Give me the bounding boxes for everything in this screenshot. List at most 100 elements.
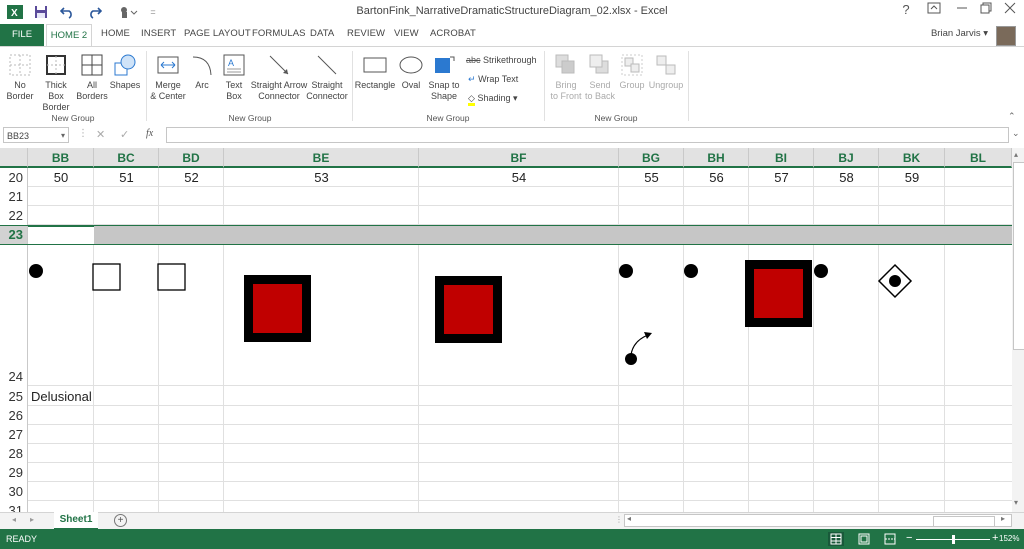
thick-box-border-icon [44,53,68,77]
snap-to-shape-icon [432,53,456,77]
tab-formulas[interactable]: FORMULAS [252,28,306,39]
empty-square-shape[interactable] [92,263,121,291]
insert-function-icon[interactable]: fx [146,128,153,139]
no-border-button[interactable]: No Border [4,53,36,102]
page-break-preview-icon[interactable] [882,532,898,546]
thick-box-border-button[interactable]: Thick Box Border [38,53,74,113]
send-to-back-button[interactable]: Send to Back [584,53,616,102]
tab-review[interactable]: REVIEW [347,28,385,39]
scroll-left-icon[interactable]: ◂ [627,514,631,523]
tab-page-layout[interactable]: PAGE LAYOUT [184,28,251,39]
arc-icon [190,53,214,77]
avatar[interactable] [996,26,1016,46]
rectangle-button[interactable]: Rectangle [354,53,396,91]
no-border-icon [8,53,32,77]
group-icon [620,53,644,77]
tab-home[interactable]: HOME [101,28,130,39]
horizontal-scroll-thumb[interactable] [933,516,995,527]
new-sheet-icon[interactable]: + [114,514,127,527]
black-dot-shape[interactable] [619,264,633,278]
page-layout-view-icon[interactable] [856,532,872,546]
close-icon[interactable] [998,2,1022,20]
user-account[interactable]: Brian Jarvis ▾ [931,28,988,39]
formula-bar: BB23 ▾ ⋮ ✕ ✓ fx ⌄ [0,125,1024,147]
tab-acrobat[interactable]: ACROBAT [430,28,476,39]
ribbon: No Border Thick Box Border All Borders Shap… [0,46,1024,126]
black-dot-shape[interactable] [29,264,43,278]
red-square-shape[interactable] [253,284,302,333]
sheet-next-icon[interactable]: ▸ [30,515,34,524]
arc-button[interactable]: Arc [188,53,216,91]
black-dot-shape[interactable] [684,264,698,278]
group-button[interactable]: Group [618,53,646,91]
black-dot-shape[interactable] [814,264,828,278]
tab-insert[interactable]: INSERT [141,28,176,39]
group-label: New Group [594,113,638,123]
status-text: READY [6,534,38,544]
tab-file[interactable]: FILE [0,24,44,46]
curved-arrow-shape[interactable] [630,334,649,356]
tab-view[interactable]: VIEW [394,28,419,39]
tab-home-2[interactable]: HOME 2 [46,24,92,47]
group-label: New Group [51,113,95,123]
ribbon-display-options-icon[interactable] [922,2,946,20]
cancel-icon[interactable]: ✕ [96,128,105,141]
shading-icon: ◇ [468,93,475,106]
zoom-level[interactable]: 152% [999,534,1019,543]
merge-center-icon [156,53,180,77]
formula-input[interactable] [166,127,1009,143]
shapes-icon [113,53,137,77]
expand-formula-bar-icon[interactable]: ⌄ [1012,128,1020,139]
zoom-slider-thumb[interactable] [952,535,955,544]
scroll-right-icon[interactable]: ▸ [1001,514,1005,523]
wrap-text-icon: ↵ [468,74,476,84]
text-box-button[interactable]: A Text Box [220,53,248,102]
worksheet-grid[interactable]: BB BC BD BE BF BG BH BI BJ BK BL 20 21 22 23 24 25 26 27 2… [0,148,1012,512]
strikethrough-button[interactable]: abc Strikethrough [466,55,537,65]
group-separator [352,51,353,121]
more-options-icon: ⋮ [615,515,623,524]
zoom-in-icon[interactable]: + [992,532,998,544]
name-box[interactable]: BB23 ▾ [3,127,69,143]
more-options-icon: ⋮ [78,128,88,139]
diamond-dot-shape[interactable] [889,275,901,287]
enter-icon[interactable]: ✓ [120,128,129,141]
help-button[interactable]: ? [894,2,918,20]
horizontal-scrollbar[interactable]: ◂ ▸ [624,514,1012,527]
collapse-ribbon-icon[interactable]: ⌃ [1008,111,1016,122]
minimize-icon[interactable] [950,2,974,20]
tab-data[interactable]: DATA [310,28,334,39]
zoom-out-icon[interactable]: − [906,532,912,544]
wrap-text-button[interactable]: ↵ Wrap Text [468,74,518,85]
vertical-scroll-thumb[interactable] [1013,162,1024,350]
strikethrough-icon: abc [466,55,481,65]
red-square-shape[interactable] [754,269,803,318]
bring-to-front-icon [554,53,578,77]
title-bar: X = BartonFink_NarrativeDramaticStructur… [0,0,1024,24]
snap-to-shape-button[interactable]: Snap to Shape [428,53,460,102]
text-box-icon: A [222,53,246,77]
chevron-down-icon: ▾ [60,131,65,140]
shading-button[interactable]: ◇ Shading ▾ [468,93,518,106]
straight-arrow-connector-icon [267,53,291,77]
oval-button[interactable]: Oval [398,53,424,91]
scroll-down-icon[interactable]: ▾ [1014,498,1018,507]
normal-view-icon[interactable] [828,532,844,546]
empty-square-shape[interactable] [157,263,186,291]
restore-icon[interactable] [974,2,998,20]
bring-to-front-button[interactable]: Bring to Front [550,53,582,102]
shapes-button[interactable]: Shapes [109,53,141,91]
ungroup-button[interactable]: Ungroup [648,53,684,91]
merge-center-button[interactable]: Merge & Center [150,53,186,102]
vertical-scrollbar[interactable]: ▴ ▾ [1012,148,1024,512]
sheet-tab-sheet1[interactable]: Sheet1 [54,512,98,530]
scroll-up-icon[interactable]: ▴ [1014,150,1018,159]
straight-connector-button[interactable]: Straight Connector [306,53,348,102]
shapes-layer [29,260,913,365]
group-separator [688,51,689,121]
red-square-shape[interactable] [444,285,493,334]
straight-arrow-connector-button[interactable]: Straight Arrow Connector [250,53,308,102]
sheet-prev-icon[interactable]: ◂ [12,515,16,524]
all-borders-button[interactable]: All Borders [76,53,108,102]
straight-connector-icon [315,53,339,77]
